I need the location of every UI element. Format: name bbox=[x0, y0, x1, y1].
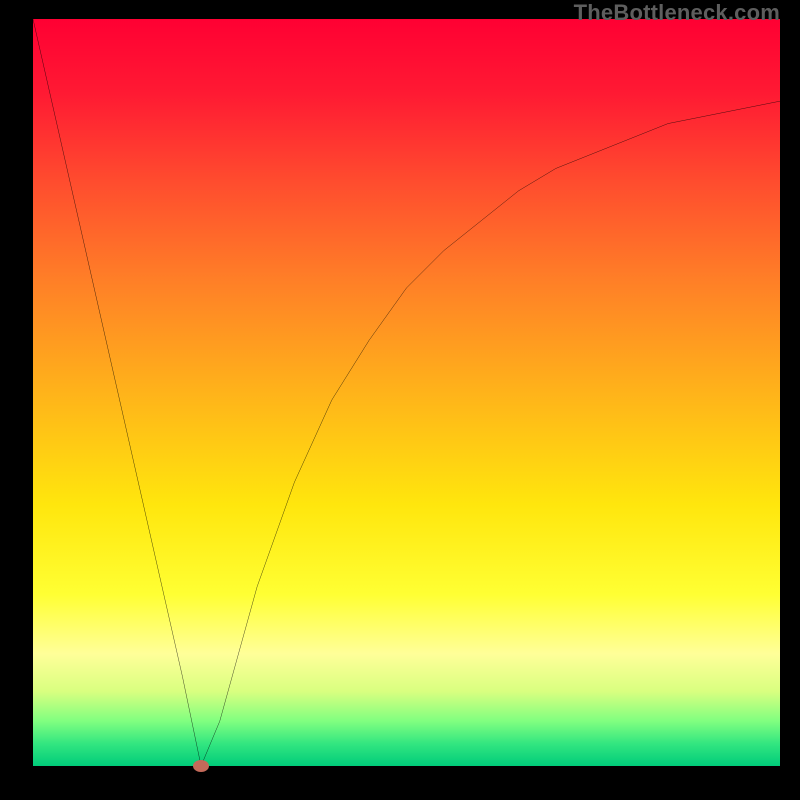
plot-area bbox=[33, 19, 780, 766]
watermark-text: TheBottleneck.com bbox=[574, 0, 780, 26]
chart-frame: TheBottleneck.com bbox=[0, 0, 800, 800]
bottleneck-curve bbox=[33, 19, 780, 766]
optimum-marker bbox=[193, 760, 209, 772]
curve-path bbox=[33, 19, 780, 766]
